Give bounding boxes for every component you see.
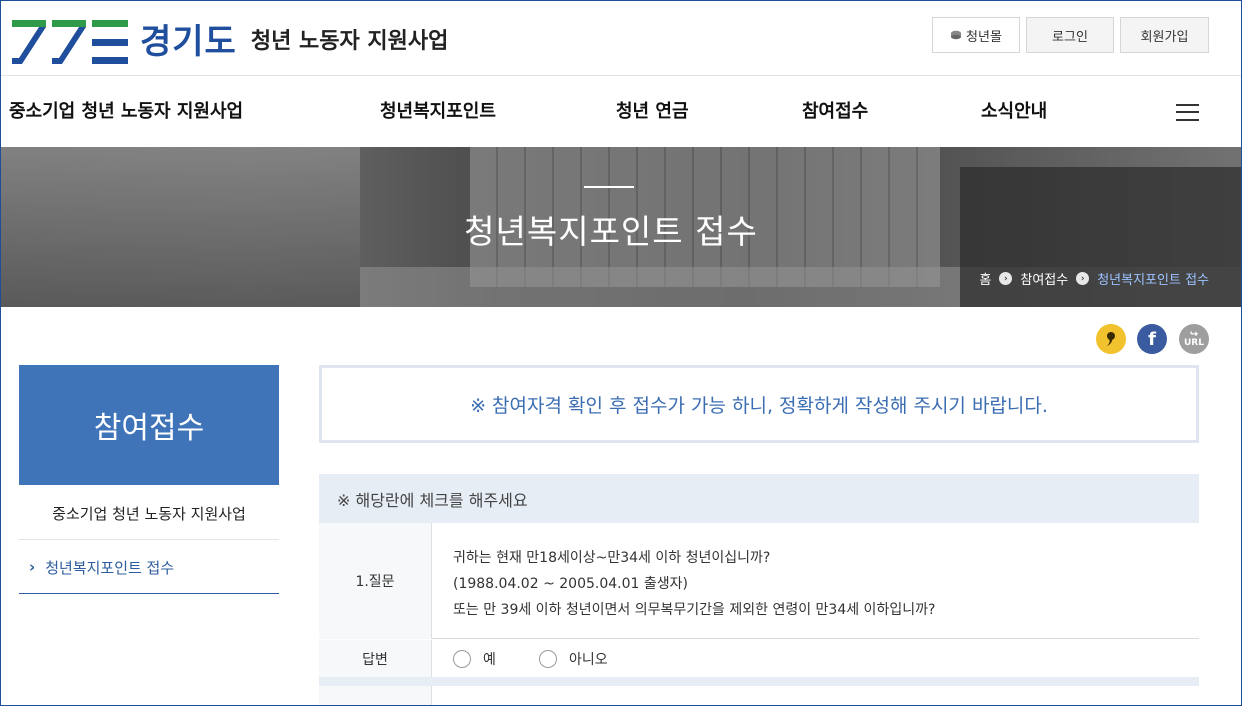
breadcrumb-apply[interactable]: 참여접수 (1020, 269, 1068, 288)
question-label: 1.질문 (319, 523, 432, 639)
question-line: 또는 만 39세 이하 청년이면서 의무복무기간을 제외한 연령이 만34세 이… (453, 602, 936, 618)
sidebar-title: 참여접수 (19, 365, 279, 485)
sidebar-item-welfare-points-apply[interactable]: › 청년복지포인트 접수 (19, 541, 279, 594)
brand-name: 경기도 (140, 22, 237, 62)
top-header: 경기도 청년 노동자 지원사업 청년몰 로그인 회원가입 (0, 0, 1242, 76)
chevron-right-icon: › (29, 558, 36, 576)
nav-item-apply[interactable]: 참여접수 (802, 97, 868, 123)
next-question-row (319, 686, 1199, 706)
login-button[interactable]: 로그인 (1026, 17, 1114, 53)
nav-item-news[interactable]: 소식안내 (981, 97, 1047, 123)
nav-item-sme-youth[interactable]: 중소기업 청년 노동자 지원사업 (9, 97, 243, 123)
radio-yes-label: 예 (483, 652, 496, 668)
chevron-right-icon: › (999, 272, 1013, 285)
kakao-icon[interactable] (1096, 324, 1126, 354)
radio-circle[interactable] (453, 650, 471, 668)
utility-menu: 청년몰 로그인 회원가입 (932, 17, 1209, 53)
facebook-icon[interactable]: f (1137, 324, 1167, 354)
youth-mall-label: 청년몰 (966, 29, 1002, 45)
main-navigation: 중소기업 청년 노동자 지원사업 청년복지포인트 청년 연금 참여접수 소식안내 (0, 77, 1242, 147)
page-banner: 청년복지포인트 접수 홈 › 참여접수 › 청년복지포인트 접수 (0, 147, 1242, 307)
site-logo[interactable]: 경기도 청년 노동자 지원사업 (12, 18, 448, 66)
sidebar-subtitle[interactable]: 중소기업 청년 노동자 지원사업 (19, 487, 279, 540)
question-text: 귀하는 현재 만18세이상~만34세 이하 청년이십니까? (1988.04.0… (453, 545, 935, 623)
site-title: 청년 노동자 지원사업 (250, 29, 449, 54)
gyeonggi-logo-icon (12, 20, 128, 64)
nav-item-welfare-points[interactable]: 청년복지포인트 (380, 97, 496, 123)
signup-button[interactable]: 회원가입 (1120, 17, 1209, 53)
sidebar-item-label: 청년복지포인트 접수 (45, 558, 175, 577)
chevron-right-icon: › (1076, 272, 1090, 285)
breadcrumb-current[interactable]: 청년복지포인트 접수 (1097, 269, 1209, 288)
page-title: 청년복지포인트 접수 (464, 212, 758, 251)
question-row: 1.질문 귀하는 현재 만18세이상~만34세 이하 청년이십니까? (1988… (319, 523, 1199, 639)
breadcrumb: 홈 › 참여접수 › 청년복지포인트 접수 (979, 269, 1209, 288)
url-share-icon[interactable]: ↪ URL (1179, 324, 1209, 354)
answer-row: 답변 예 아니오 (319, 640, 1199, 677)
section-divider (319, 677, 1199, 686)
title-divider (584, 186, 634, 188)
radio-yes[interactable]: 예 (453, 649, 496, 669)
question-line: 귀하는 현재 만18세이상~만34세 이하 청년이십니까? (453, 550, 771, 566)
youth-mall-button[interactable]: 청년몰 (932, 17, 1020, 53)
question-line: (1988.04.02 ~ 2005.04.01 출생자) (453, 576, 688, 592)
radio-no[interactable]: 아니오 (539, 649, 608, 669)
answer-label: 답변 (319, 640, 432, 677)
radio-no-label: 아니오 (569, 652, 608, 668)
survey-heading: ※ 해당란에 체크를 해주세요 (319, 474, 1199, 523)
notice-box: ※ 참여자격 확인 후 접수가 가능 하니, 정확하게 작성해 주시기 바랍니다… (319, 365, 1199, 443)
breadcrumb-home[interactable]: 홈 (979, 269, 991, 288)
coin-icon (951, 30, 962, 40)
nav-item-youth-pension[interactable]: 청년 연금 (616, 97, 689, 123)
hamburger-icon[interactable] (1176, 104, 1199, 121)
radio-circle[interactable] (539, 650, 557, 668)
